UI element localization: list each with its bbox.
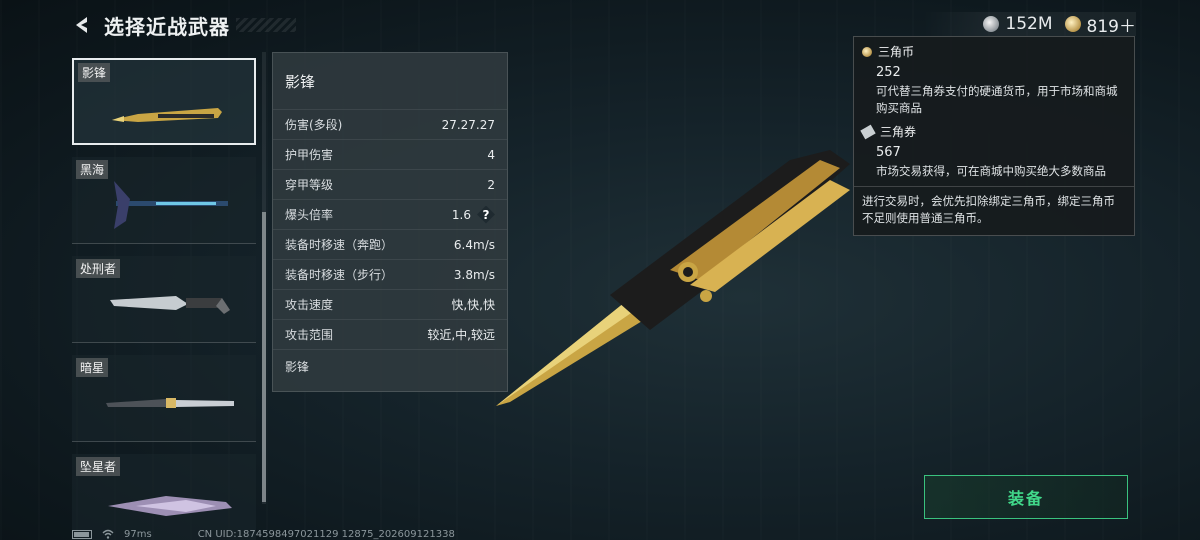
stat-value: 快,快,快 <box>451 298 495 312</box>
stat-label: 装备时移速（步行） <box>285 268 394 282</box>
currency-bar: 152M 819＋ <box>923 12 1136 37</box>
stat-row: 装备时移速（步行） 3.8m/s <box>273 259 507 289</box>
tooltip-note: 进行交易时，会优先扣除绑定三角币，绑定三角币不足则使用普通三角币。 <box>862 194 1115 225</box>
voucher-icon <box>860 124 876 139</box>
stat-value: 27.27.27 <box>441 117 495 132</box>
stat-row: 护甲伤害 4 <box>273 139 507 169</box>
ping-value: 97ms <box>124 528 152 540</box>
stat-label: 伤害(多段) <box>285 118 343 132</box>
currency-tooltip: 三角币 252 可代替三角券支付的硬通货币，用于市场和商城购买商品 三角券 56… <box>853 36 1135 236</box>
stat-value: 较近,中,较远 <box>427 328 495 342</box>
page-title: 选择近战武器 <box>104 14 230 39</box>
gold-knife-icon <box>112 108 222 122</box>
crystal-blade-icon <box>108 496 232 516</box>
stat-label: 攻击速度 <box>285 298 334 312</box>
stat-value: 3.8m/s <box>453 267 495 282</box>
weapon-list: 影锋 黑海 处刑者 暗星 坠星者 <box>72 58 258 540</box>
stat-row: 伤害(多段) 27.27.27 <box>273 109 507 139</box>
scrollbar-thumb[interactable] <box>262 212 266 502</box>
wifi-icon <box>102 529 114 539</box>
stat-row: 装备时移速（奔跑） 6.4m/s <box>273 229 507 259</box>
equip-label: 装备 <box>1007 489 1044 508</box>
gold-currency[interactable]: 819＋ <box>1064 12 1136 37</box>
gold-coin-icon <box>1064 16 1081 32</box>
knife-preview-icon[interactable] <box>490 120 890 420</box>
tooltip-coin-header: 三角币 <box>862 43 1126 60</box>
weapon-list-scrollbar[interactable] <box>262 52 266 504</box>
stat-row: 攻击速度 快,快,快 <box>273 289 507 319</box>
weapon-card-dark-star[interactable]: 暗星 <box>72 355 256 442</box>
voucher-name: 三角券 <box>880 125 917 139</box>
long-blade-icon <box>106 398 234 408</box>
weapon-card-black-sea[interactable]: 黑海 <box>72 157 256 244</box>
back-button[interactable] <box>70 12 96 38</box>
silver-currency[interactable]: 152M <box>983 14 1053 34</box>
stat-label: 攻击范围 <box>285 328 334 342</box>
stat-label: 穿甲等级 <box>285 178 334 192</box>
weapon-stats-panel: 影锋 伤害(多段) 27.27.27 护甲伤害 4 穿甲等级 2 爆头倍率 1.… <box>272 52 508 392</box>
stat-row: 爆头倍率 1.6 ? <box>273 199 507 229</box>
status-bar: 97ms CN UID:1874598497021129 12875_20260… <box>72 527 455 540</box>
coin-amount: 252 <box>876 65 901 80</box>
coin-icon <box>862 46 872 57</box>
weapon-card-executioner[interactable]: 处刑者 <box>72 256 256 343</box>
battery-icon <box>72 529 92 539</box>
tooltip-divider <box>854 186 1134 187</box>
back-arrow-icon <box>76 17 87 33</box>
equip-button[interactable]: 装备 <box>924 475 1128 519</box>
stat-value: 6.4m/s <box>453 237 495 252</box>
title-decoration <box>236 18 296 32</box>
voucher-description: 市场交易获得，可在商城中购买绝大多数商品 <box>876 164 1106 178</box>
tomahawk-icon <box>114 181 228 229</box>
tooltip-voucher-header: 三角券 <box>860 123 1126 140</box>
stat-label: 护甲伤害 <box>285 148 334 162</box>
stat-value: 1.6 <box>451 207 471 222</box>
stat-row: 穿甲等级 2 <box>273 169 507 199</box>
silver-amount: 152M <box>1005 14 1053 34</box>
stats-footer: 影锋 <box>273 349 507 381</box>
gold-amount: 819＋ <box>1086 16 1136 37</box>
stat-label: 装备时移速（奔跑） <box>285 238 394 252</box>
voucher-amount: 567 <box>876 145 901 160</box>
stat-value-group: 1.6 ? <box>451 205 495 224</box>
coin-name: 三角币 <box>878 45 915 59</box>
header: 选择近战武器 <box>70 10 296 40</box>
stat-row: 攻击范围 较近,中,较远 <box>273 319 507 349</box>
stats-title: 影锋 <box>285 73 316 91</box>
weapon-card-shadow-edge[interactable]: 影锋 <box>72 58 256 145</box>
coin-description: 可代替三角券支付的硬通货币，用于市场和商城购买商品 <box>876 84 1118 115</box>
combat-knife-icon <box>110 296 230 314</box>
stat-label: 爆头倍率 <box>285 208 334 222</box>
silver-coin-icon <box>983 16 1000 32</box>
player-uid: CN UID:1874598497021129 12875_2026091213… <box>197 528 455 540</box>
